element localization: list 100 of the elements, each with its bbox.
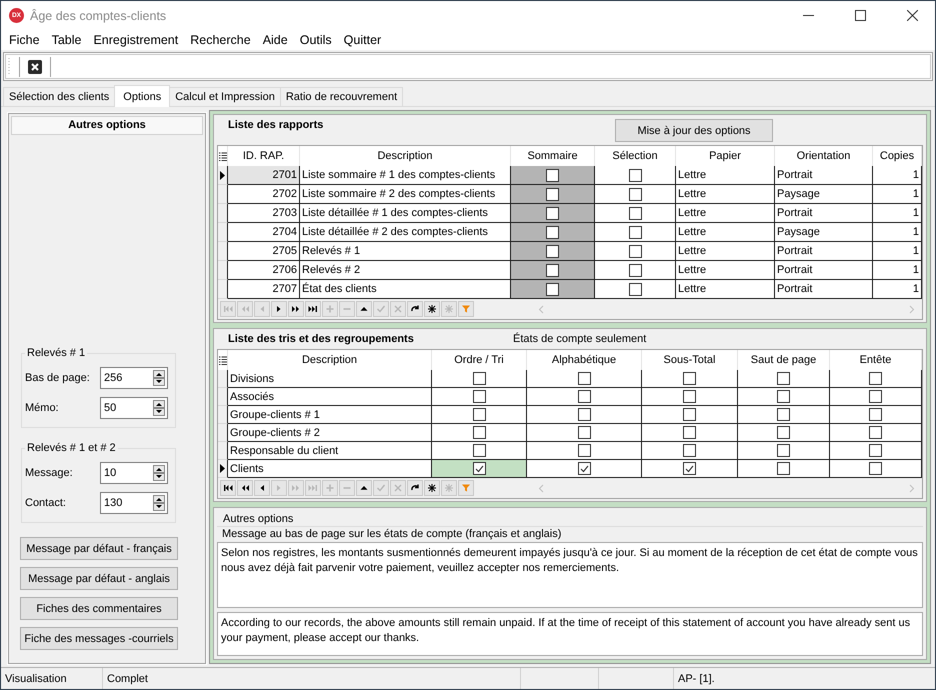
previous-page-button[interactable] [237,480,253,496]
checkbox[interactable] [777,390,790,403]
previous-page-icon [240,483,250,493]
checkbox[interactable] [869,426,882,439]
checkbox[interactable] [683,390,696,403]
checkbox[interactable] [869,408,882,421]
checkbox[interactable] [628,188,642,200]
checkbox[interactable] [683,462,696,475]
message-field[interactable]: Selon nos registres, les montants susmentionnés demeurent impayés jusqu'à ce jour. Si au moment de la réception de cet état de compte vous nous avez déjà fait parvenir votre paiement, veuillez accepter nos remerciements. [217,542,923,608]
row-header[interactable] [218,424,228,442]
checkbox[interactable] [546,244,559,258]
menu-item[interactable]: Aide [256,33,294,47]
tab[interactable]: Sélection des clients [3,87,116,106]
checkbox[interactable] [578,444,590,457]
spin-field[interactable]: 10 [100,462,168,484]
asterisk-button[interactable] [424,301,440,317]
close-icon[interactable] [28,60,42,74]
checkbox[interactable] [472,390,486,403]
row-header[interactable] [218,370,228,388]
checkbox[interactable] [869,372,882,385]
checkbox[interactable] [777,372,790,385]
checkbox[interactable] [628,244,642,258]
menu-item[interactable]: Table [46,33,88,47]
row-header[interactable] [218,280,228,299]
spin-field[interactable]: 130 [100,492,168,514]
row-header[interactable] [218,460,228,478]
checkbox[interactable] [628,168,642,182]
next-page-button[interactable] [288,301,304,317]
menu-item[interactable]: Outils [294,33,338,47]
checkbox[interactable] [777,426,790,439]
checkbox[interactable] [546,188,559,200]
checkbox[interactable] [777,444,790,457]
spin-field[interactable]: 256 [100,367,168,389]
refresh-button[interactable] [407,301,423,317]
checkbox[interactable] [472,426,486,439]
checkbox[interactable] [869,444,882,457]
menu-item[interactable]: Recherche [184,33,257,47]
checkbox[interactable] [628,206,642,220]
last-record-button[interactable] [305,301,321,317]
checkbox[interactable] [546,168,559,182]
checkbox[interactable] [628,264,642,276]
checkbox[interactable] [869,462,882,475]
checkbox[interactable] [628,282,642,296]
checkbox[interactable] [578,408,590,421]
row-header[interactable] [218,223,228,242]
checkbox[interactable] [578,426,590,439]
checkbox[interactable] [546,226,559,238]
grid-menu-icon[interactable] [218,356,226,364]
previous-record-button[interactable] [254,480,270,496]
message-field[interactable]: According to our records, the above amounts still remain unpaid. If at the time of receipt of this statement of account you have already sent us your payment, please accept our thanks. [217,612,923,656]
spin-arrows-icon[interactable] [153,495,165,511]
menu-item[interactable]: Enregistrement [87,33,184,47]
checkbox[interactable] [777,462,790,475]
checkbox[interactable] [472,444,486,457]
menu-item[interactable]: Fiche [3,33,46,47]
table-cell: 2702 [228,185,300,204]
checkbox[interactable] [683,444,696,457]
row-header[interactable] [218,204,228,223]
next-record-button[interactable] [271,301,287,317]
row-header[interactable] [218,388,228,406]
checkbox[interactable] [683,372,696,385]
row-header[interactable] [218,242,228,261]
update-button[interactable]: Mise à jour des options [615,119,773,142]
checkbox[interactable] [777,408,790,421]
tab[interactable]: Options [114,85,170,107]
checkbox[interactable] [628,226,642,238]
action-button[interactable]: Message par défaut - anglais [20,567,178,590]
spin-field[interactable]: 50 [100,397,168,419]
action-button[interactable]: Fiches des commentaires [20,597,178,620]
checkbox[interactable] [578,390,590,403]
edit-button[interactable] [356,480,372,496]
checkbox[interactable] [683,426,696,439]
row-header[interactable] [218,166,228,185]
checkbox[interactable] [472,372,486,385]
row-header[interactable] [218,185,228,204]
checkbox[interactable] [578,372,590,385]
action-button[interactable]: Message par défaut - français [20,537,178,560]
checkbox[interactable] [546,206,559,220]
checkbox[interactable] [546,264,559,276]
checkbox[interactable] [869,390,882,403]
spin-arrows-icon[interactable] [153,465,165,481]
first-record-button[interactable] [220,480,236,496]
spin-arrows-icon[interactable] [153,370,165,386]
row-header[interactable] [218,442,228,460]
checkbox[interactable] [578,462,590,475]
checkbox[interactable] [546,282,559,296]
toolbar-grip[interactable] [8,56,11,76]
row-header[interactable] [218,406,228,424]
grid-menu-icon[interactable] [218,152,226,160]
menu-item[interactable]: Quitter [338,33,388,47]
spin-arrows-icon[interactable] [153,400,165,416]
asterisk-button[interactable] [424,480,440,496]
row-header[interactable] [218,261,228,280]
checkbox[interactable] [472,462,486,475]
action-button[interactable]: Fiche des messages -courriels [20,627,178,650]
refresh-button[interactable] [407,480,423,496]
edit-button[interactable] [356,301,372,317]
tab[interactable]: Ratio de recouvrement [280,87,404,106]
checkbox[interactable] [683,408,696,421]
checkbox[interactable] [472,408,486,421]
